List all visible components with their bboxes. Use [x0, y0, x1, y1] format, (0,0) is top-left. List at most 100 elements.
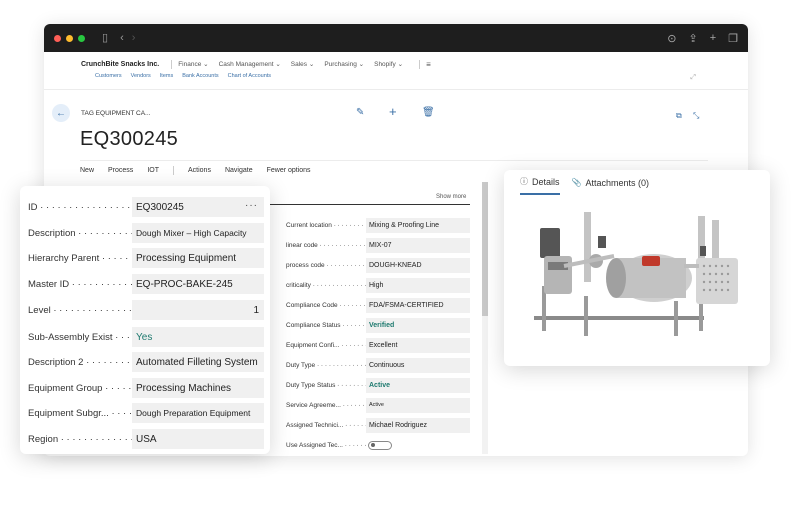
field-value[interactable]: USA	[132, 429, 264, 449]
action-actions[interactable]: Actions	[188, 167, 211, 174]
edit-pencil-icon[interactable]: ✎	[356, 107, 364, 118]
field-value[interactable]: FDA/FSMA-CERTIFIED	[366, 297, 470, 313]
expand-icon[interactable]: ⤢	[690, 74, 696, 82]
field-compliance-code: Compliance Code · · · · · · · · · · · · …	[286, 297, 472, 313]
field-value[interactable]: DOUGH-KNEAD	[366, 257, 470, 273]
field-value[interactable]: MIX-07	[366, 237, 470, 253]
action-fewer-options[interactable]: Fewer options	[267, 167, 311, 174]
field-equipment-group: Equipment Group · · · · · · · · · · · · …	[28, 377, 264, 399]
sidebar-icon[interactable]: ▯	[102, 32, 108, 44]
field-label: Equipment Subgr... · · · · · · · · · · ·…	[28, 407, 132, 419]
toggle-switch[interactable]	[368, 440, 392, 450]
field-equipment-subgroup: Equipment Subgr... · · · · · · · · · · ·…	[28, 402, 264, 424]
nav-divider	[419, 59, 421, 69]
company-name[interactable]: CrunchBite Snacks Inc.	[81, 61, 159, 68]
link-bank-accounts[interactable]: Bank Accounts	[182, 73, 218, 79]
field-label: Level · · · · · · · · · · · · · · · · · …	[28, 304, 132, 316]
new-tab-icon[interactable]: +	[710, 32, 716, 44]
menu-finance[interactable]: Finance ⌄	[178, 60, 208, 68]
field-label: criticality · · · · · · · · · · · · · · …	[286, 281, 366, 289]
field-linear-code: linear code · · · · · · · · · · · · · · …	[286, 237, 472, 253]
minimize-window-button[interactable]	[66, 34, 73, 42]
arrow-left-icon: ←	[56, 107, 66, 119]
status-value[interactable]: Yes	[132, 327, 264, 347]
field-value[interactable]: Processing Equipment	[132, 248, 264, 268]
field-label: Service Agreeme... · · · · · · · · · · ·…	[286, 401, 366, 409]
link-chart-of-accounts[interactable]: Chart of Accounts	[228, 73, 271, 79]
action-navigate[interactable]: Navigate	[225, 167, 253, 174]
action-new[interactable]: New	[80, 167, 94, 174]
breadcrumb[interactable]: TAG EQUIPMENT CA...	[81, 110, 150, 117]
field-value[interactable]: High	[366, 277, 470, 293]
field-value[interactable]: Dough Mixer – High Capacity	[132, 223, 264, 243]
field-label: Current location · · · · · · · · · · · ·…	[286, 221, 366, 229]
tab-attachments[interactable]: 📎 Attachments (0)	[572, 176, 650, 195]
more-options-icon[interactable]: ···	[245, 200, 258, 211]
field-label: Duty Type · · · · · · · · · · · · · · · …	[286, 361, 366, 369]
field-value[interactable]: Continuous	[366, 357, 470, 373]
field-label: Compliance Code · · · · · · · · · · · · …	[286, 301, 366, 309]
tab-details[interactable]: ⓘ Details	[520, 176, 560, 195]
forward-arrow-icon[interactable]: ›	[132, 32, 136, 44]
download-icon[interactable]: ⊙	[667, 32, 676, 45]
field-value[interactable]: Automated Filleting System	[132, 352, 264, 372]
menu-purchasing[interactable]: Purchasing ⌄	[324, 60, 364, 68]
paperclip-icon: 📎	[571, 178, 582, 187]
share-icon[interactable]: ⇪	[688, 32, 697, 45]
field-label: Assigned Technici... · · · · · · · · · ·…	[286, 421, 366, 429]
status-value[interactable]: Active	[366, 377, 470, 393]
field-service-agreement: Service Agreeme... · · · · · · · · · · ·…	[286, 397, 472, 413]
collapse-icon[interactable]: ⤡	[693, 111, 699, 121]
field-value[interactable]: EQ-PROC-BAKE-245	[132, 274, 264, 294]
field-label: Compliance Status · · · · · · · · · · · …	[286, 321, 366, 329]
field-value[interactable]: Active	[366, 397, 470, 413]
menu-sales[interactable]: Sales ⌄	[291, 60, 315, 68]
hamburger-menu-icon[interactable]: ≡	[426, 60, 431, 69]
nav-divider	[171, 59, 173, 69]
action-iot[interactable]: IOT	[147, 167, 159, 174]
nav-menu-row: CrunchBite Snacks Inc. Finance ⌄ Cash Ma…	[81, 58, 748, 70]
link-vendors[interactable]: Vendors	[131, 73, 151, 79]
field-description: Description · · · · · · · · · · · · · · …	[28, 222, 264, 244]
field-master-id: Master ID · · · · · · · · · · · · · · · …	[28, 273, 264, 295]
link-items[interactable]: Items	[160, 73, 173, 79]
action-process[interactable]: Process	[108, 167, 133, 174]
field-hierarchy-parent: Hierarchy Parent · · · · · · · · · · · ·…	[28, 247, 264, 269]
menu-cash-management[interactable]: Cash Management ⌄	[219, 60, 281, 68]
show-more-link[interactable]: Show more	[436, 194, 466, 200]
general-fields-card: ID · · · · · · · · · · · · · · · · · · ·…	[20, 186, 270, 454]
field-label: Description · · · · · · · · · · · · · · …	[28, 227, 132, 239]
menu-shopify[interactable]: Shopify ⌄	[374, 60, 403, 68]
field-label: Equipment Confi... · · · · · · · · · · ·…	[286, 341, 366, 349]
nav-links-row: Customers Vendors Items Bank Accounts Ch…	[81, 73, 748, 79]
field-value[interactable]: Excellent	[366, 337, 470, 353]
field-label: linear code · · · · · · · · · · · · · · …	[286, 241, 366, 249]
field-region: Region · · · · · · · · · · · · · · · · ·…	[28, 428, 264, 450]
maximize-window-button[interactable]	[78, 34, 85, 42]
field-label: Master ID · · · · · · · · · · · · · · · …	[28, 278, 132, 290]
link-customers[interactable]: Customers	[95, 73, 122, 79]
header-divider	[80, 160, 708, 161]
back-arrow-icon[interactable]: ‹	[120, 32, 124, 44]
field-value[interactable]: Mixing & Proofing Line	[366, 217, 470, 233]
scrollbar-thumb[interactable]	[482, 182, 488, 316]
field-label: ID · · · · · · · · · · · · · · · · · · ·…	[28, 201, 132, 213]
add-icon[interactable]: +	[389, 104, 397, 119]
browser-titlebar: ▯ ‹ › ⊙ ⇪ + ❐	[44, 24, 748, 52]
back-button[interactable]: ←	[52, 104, 70, 122]
field-label: Region · · · · · · · · · · · · · · · · ·…	[28, 433, 132, 445]
equipment-image	[524, 206, 754, 356]
status-value[interactable]: Verified	[366, 317, 470, 333]
stage: ▯ ‹ › ⊙ ⇪ + ❐ CrunchBite Snacks Inc. Fin…	[0, 0, 792, 508]
tabs-overview-icon[interactable]: ❐	[728, 32, 738, 45]
delete-trash-icon[interactable]: 🗑	[422, 107, 435, 118]
field-value[interactable]: EQ300245 ···	[132, 197, 264, 217]
open-new-window-icon[interactable]: ⧉	[676, 111, 682, 121]
field-value[interactable]: Michael Rodriguez	[366, 417, 470, 433]
field-level: Level · · · · · · · · · · · · · · · · · …	[28, 299, 264, 321]
field-value[interactable]: Processing Machines	[132, 378, 264, 398]
close-window-button[interactable]	[54, 34, 61, 42]
field-value[interactable]: Dough Preparation Equipment	[132, 403, 264, 423]
field-value[interactable]: 1	[132, 300, 264, 320]
field-description-2: Description 2 · · · · · · · · · · · · · …	[28, 351, 264, 373]
